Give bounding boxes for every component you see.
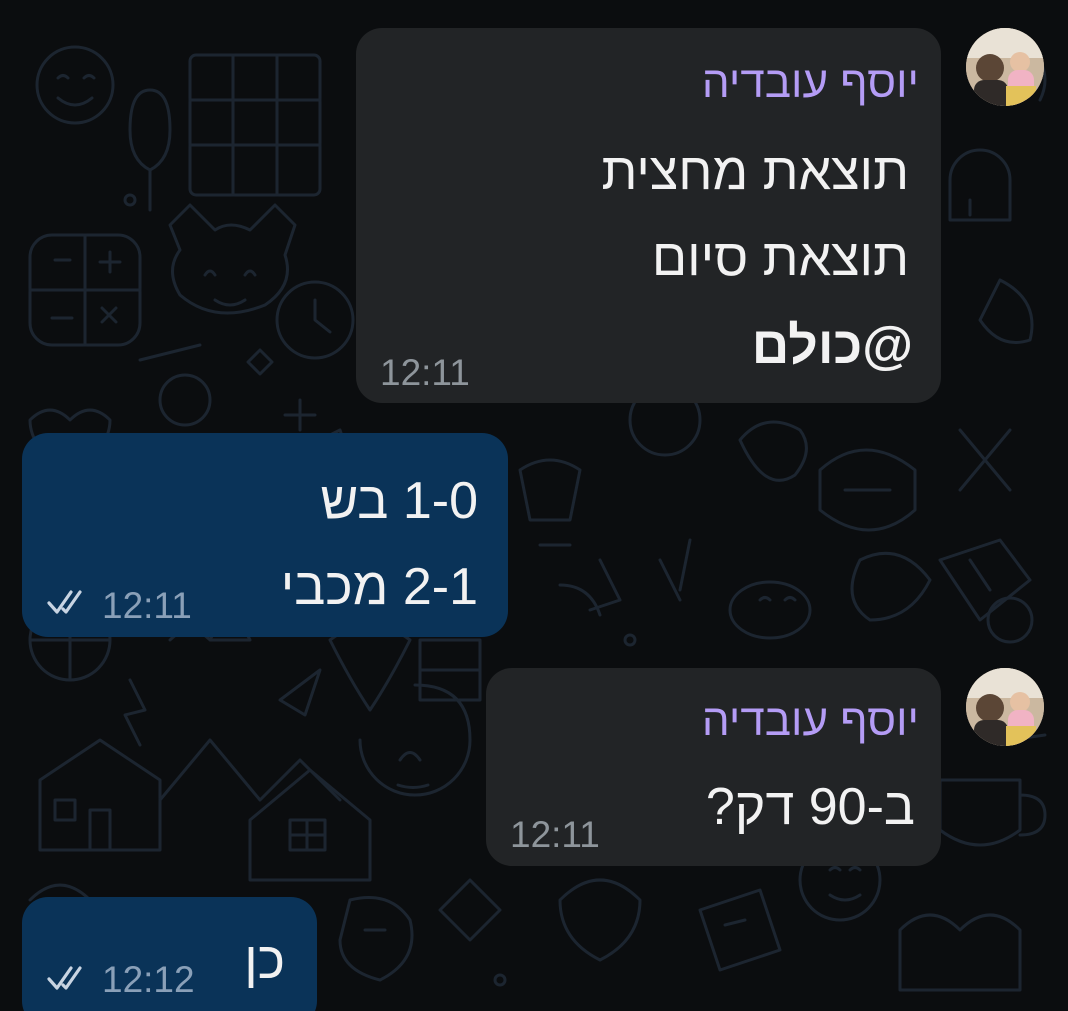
sender-avatar[interactable] [966, 28, 1044, 106]
chat-view: יוסף עובדיה תוצאת מחצית תוצאת סיום @כולם… [0, 0, 1068, 1011]
message-bubble-incoming[interactable]: יוסף עובדיה ב-90 דק? 12:11 [486, 668, 941, 866]
sender-name[interactable]: יוסף עובדיה [702, 696, 919, 746]
message-text-line: כן [244, 932, 285, 990]
avatar-photo-icon [966, 28, 1044, 106]
sender-avatar[interactable] [966, 668, 1044, 746]
message-text-line: תוצאת מחצית [601, 143, 909, 201]
message-timestamp: 12:11 [102, 585, 192, 626]
message-bubble-outgoing[interactable]: כן 12:12 [22, 897, 317, 1011]
avatar-photo-icon [966, 668, 1044, 746]
read-double-check-icon [47, 590, 82, 614]
message-text-line: 1-0 בש [320, 472, 478, 530]
sender-name[interactable]: יוסף עובדיה [702, 58, 919, 108]
message-text-line: 2-1 מכבי [280, 558, 478, 616]
message-text-line: ב-90 דק? [705, 778, 915, 836]
message-timestamp: 12:11 [510, 814, 600, 855]
message-timestamp: 12:12 [102, 959, 195, 1000]
read-double-check-icon [47, 966, 82, 990]
message-text-line: תוצאת סיום [651, 229, 909, 287]
message-bubble-outgoing[interactable]: 1-0 בש 2-1 מכבי 12:11 [22, 433, 508, 637]
message-bubble-incoming[interactable]: יוסף עובדיה תוצאת מחצית תוצאת סיום @כולם… [356, 28, 941, 403]
mention-everyone[interactable]: @כולם [752, 320, 913, 372]
message-timestamp: 12:11 [380, 352, 470, 393]
